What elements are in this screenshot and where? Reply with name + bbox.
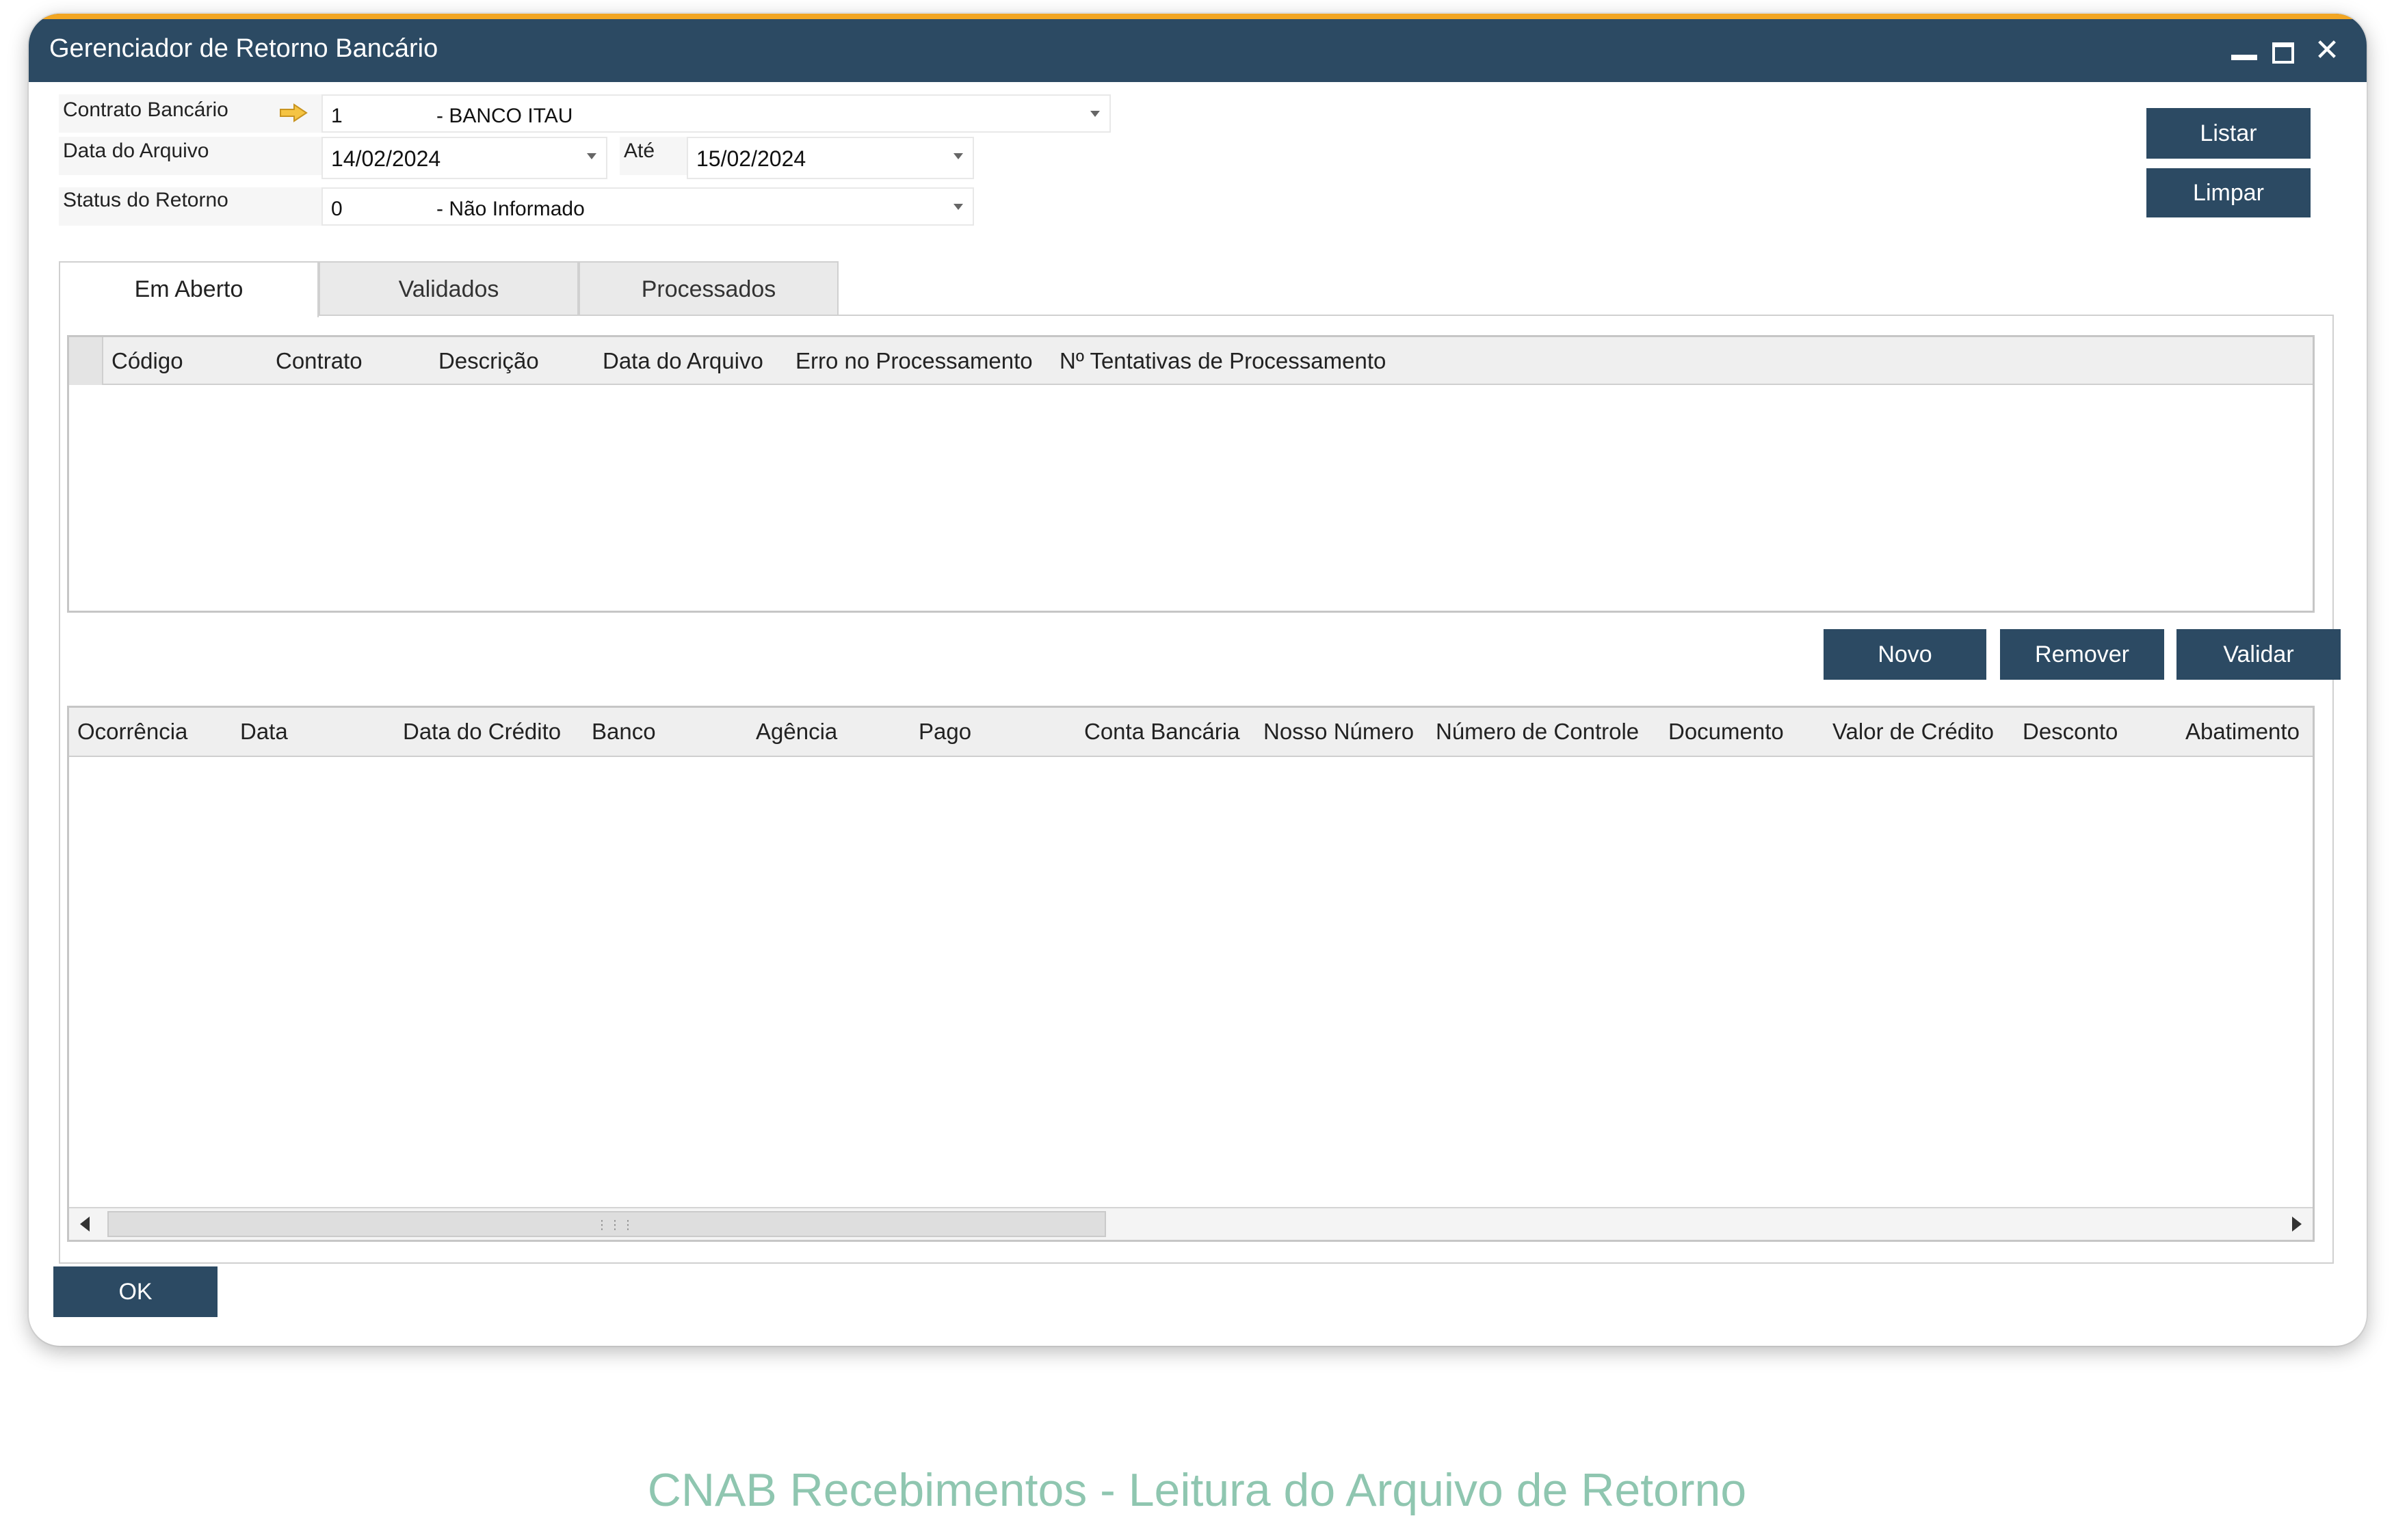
- grid-header: Código Contrato Descrição Data do Arquiv…: [69, 337, 2313, 385]
- novo-label: Novo: [1878, 641, 1932, 667]
- chevron-down-icon[interactable]: [953, 153, 963, 159]
- scrollbar-thumb[interactable]: ⋮⋮⋮: [107, 1211, 1106, 1237]
- status-desc: - Não Informado: [436, 198, 585, 220]
- data-from-field[interactable]: 14/02/2024: [321, 137, 607, 179]
- col-valor-credito[interactable]: Valor de Crédito: [1832, 719, 1994, 745]
- window-titlebar[interactable]: Gerenciador de Retorno Bancário ✕: [29, 14, 2367, 82]
- close-icon[interactable]: ✕: [2308, 31, 2346, 70]
- remover-button[interactable]: Remover: [2000, 629, 2164, 680]
- data-to-field[interactable]: 15/02/2024: [687, 137, 974, 179]
- grid-header: Ocorrência Data Data do Crédito Banco Ag…: [69, 708, 2313, 757]
- chevron-down-icon[interactable]: [1090, 111, 1100, 117]
- novo-button[interactable]: Novo: [1824, 629, 1986, 680]
- col-conta-bancaria[interactable]: Conta Bancária: [1084, 719, 1239, 745]
- data-to-value: 15/02/2024: [696, 146, 806, 171]
- horizontal-scrollbar[interactable]: ⋮⋮⋮: [69, 1207, 2313, 1240]
- col-data[interactable]: Data: [240, 719, 288, 745]
- ok-label: OK: [118, 1279, 153, 1305]
- data-from-value: 14/02/2024: [331, 146, 441, 171]
- col-contrato[interactable]: Contrato: [276, 348, 363, 374]
- status-label: Status do Retorno: [63, 189, 228, 211]
- grip-icon: ⋮⋮⋮: [596, 1218, 635, 1232]
- figure-caption: CNAB Recebimentos - Leitura do Arquivo d…: [647, 1464, 1747, 1516]
- validar-label: Validar: [2223, 641, 2294, 667]
- limpar-label: Limpar: [2193, 180, 2264, 206]
- col-data-credito[interactable]: Data do Crédito: [403, 719, 561, 745]
- listar-button[interactable]: Listar: [2146, 108, 2311, 159]
- col-codigo[interactable]: Código: [111, 348, 183, 374]
- col-banco[interactable]: Banco: [592, 719, 656, 745]
- bank-return-manager-window: Gerenciador de Retorno Bancário ✕ Contra…: [29, 14, 2367, 1346]
- ok-button[interactable]: OK: [53, 1266, 218, 1317]
- tab-panel: Código Contrato Descrição Data do Arquiv…: [59, 315, 2341, 1264]
- row-header-corner[interactable]: [69, 337, 103, 385]
- contrato-code: 1: [331, 105, 343, 127]
- tab-em-aberto[interactable]: Em Aberto: [59, 261, 319, 317]
- status-field[interactable]: 0 - Não Informado: [321, 187, 974, 226]
- col-tentativas[interactable]: Nº Tentativas de Processamento: [1060, 348, 1386, 374]
- link-arrow-icon[interactable]: [279, 103, 308, 123]
- minimize-icon[interactable]: [2224, 31, 2263, 70]
- status-code: 0: [331, 198, 343, 220]
- col-ocorrencia[interactable]: Ocorrência: [77, 719, 187, 745]
- col-documento[interactable]: Documento: [1668, 719, 1784, 745]
- contrato-label: Contrato Bancário: [63, 98, 228, 121]
- chevron-down-icon[interactable]: [953, 204, 963, 210]
- tab-processados[interactable]: Processados: [579, 261, 839, 316]
- tab-label: Em Aberto: [134, 276, 244, 302]
- validar-button[interactable]: Validar: [2176, 629, 2341, 680]
- col-erro-processamento[interactable]: Erro no Processamento: [795, 348, 1033, 374]
- limpar-button[interactable]: Limpar: [2146, 168, 2311, 217]
- scroll-left-icon[interactable]: [80, 1217, 90, 1232]
- return-details-grid[interactable]: Ocorrência Data Data do Crédito Banco Ag…: [67, 706, 2315, 1242]
- col-descricao[interactable]: Descrição: [438, 348, 539, 374]
- contrato-desc: - BANCO ITAU: [436, 105, 573, 127]
- col-data-arquivo[interactable]: Data do Arquivo: [603, 348, 763, 374]
- ate-label: Até: [624, 140, 655, 162]
- data-arquivo-label: Data do Arquivo: [63, 140, 209, 162]
- col-numero-controle[interactable]: Número de Controle: [1436, 719, 1639, 745]
- window-title: Gerenciador de Retorno Bancário: [49, 34, 438, 63]
- col-desconto[interactable]: Desconto: [2023, 719, 2118, 745]
- tab-validados[interactable]: Validados: [319, 261, 579, 316]
- col-nosso-numero[interactable]: Nosso Número: [1263, 719, 1414, 745]
- maximize-icon[interactable]: [2263, 31, 2301, 70]
- col-abatimento[interactable]: Abatimento: [2185, 719, 2300, 745]
- contrato-field[interactable]: 1 - BANCO ITAU: [321, 94, 1111, 133]
- scroll-right-icon[interactable]: [2292, 1217, 2302, 1232]
- remover-label: Remover: [2035, 641, 2129, 667]
- listar-label: Listar: [2200, 120, 2257, 146]
- col-pago[interactable]: Pago: [919, 719, 971, 745]
- chevron-down-icon[interactable]: [587, 153, 596, 159]
- return-files-grid[interactable]: Código Contrato Descrição Data do Arquiv…: [67, 335, 2315, 613]
- tab-label: Validados: [398, 276, 499, 302]
- col-agencia[interactable]: Agência: [756, 719, 837, 745]
- tab-label: Processados: [641, 276, 776, 302]
